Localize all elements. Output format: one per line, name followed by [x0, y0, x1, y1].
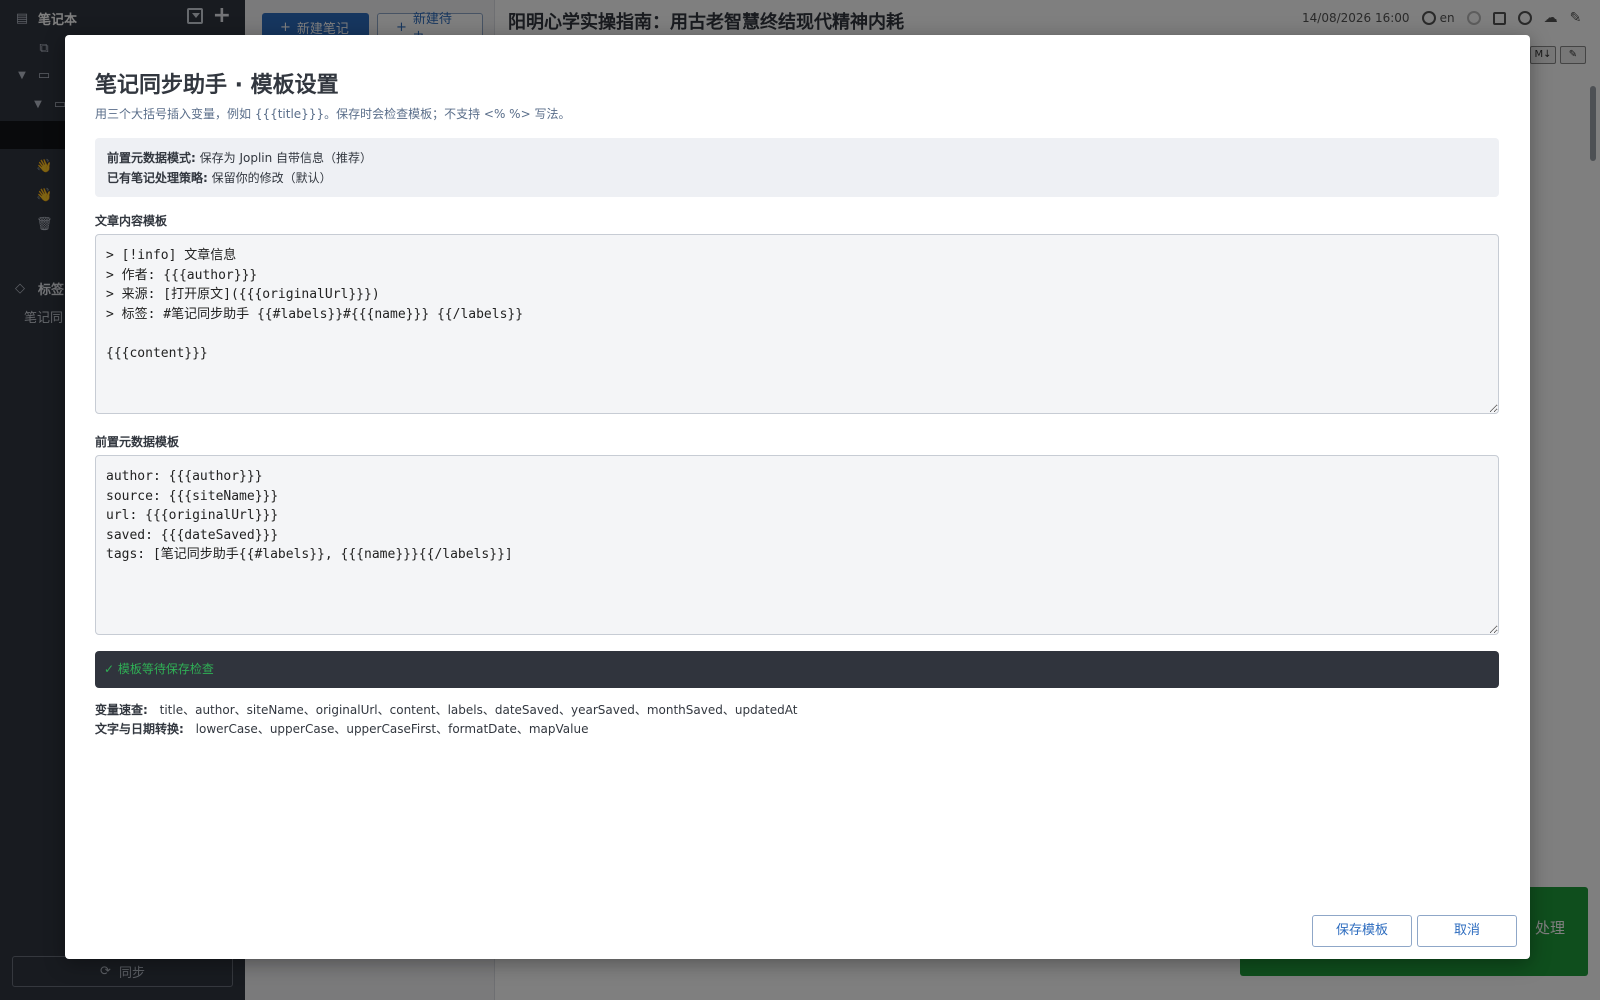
- settings-info-box: 前置元数据模式: 保存为 Joplin 自带信息（推荐） 已有笔记处理策略: 保…: [95, 138, 1499, 197]
- template-settings-dialog: 笔记同步助手 · 模板设置 用三个大括号插入变量，例如 {{{title}}}。…: [65, 35, 1530, 959]
- dialog-subtitle: 用三个大括号插入变量，例如 {{{title}}}。保存时会检查模板；不支持 <…: [95, 107, 571, 121]
- variables-reference-list: title、author、siteName、originalUrl、conten…: [159, 703, 798, 717]
- existing-policy-value: 保留你的修改（默认）: [211, 171, 332, 185]
- existing-policy-label: 已有笔记处理策略:: [107, 171, 208, 185]
- frontmatter-mode-value: 保存为 Joplin 自带信息（推荐）: [199, 151, 373, 165]
- frontmatter-mode-label: 前置元数据模式:: [107, 151, 196, 165]
- frontmatter-mode-line: 前置元数据模式: 保存为 Joplin 自带信息（推荐）: [107, 148, 1487, 168]
- functions-reference-list: lowerCase、upperCase、upperCaseFirst、forma…: [195, 722, 589, 736]
- save-template-button[interactable]: 保存模板: [1312, 915, 1412, 947]
- functions-reference-label: 文字与日期转换:: [95, 722, 184, 736]
- dialog-title: 笔记同步助手 · 模板设置: [95, 73, 339, 98]
- functions-reference: 文字与日期转换: lowerCase、upperCase、upperCaseFi…: [95, 720, 588, 737]
- content-template-label: 文章内容模板: [95, 214, 168, 228]
- content-template-textarea[interactable]: > [!info] 文章信息 > 作者: {{{author}}} > 来源: …: [95, 234, 1499, 414]
- existing-policy-line: 已有笔记处理策略: 保留你的修改（默认）: [107, 168, 1487, 188]
- template-status-bar: ✓ 模板等待保存检查: [95, 651, 1499, 688]
- variables-reference-label: 变量速查:: [95, 703, 148, 717]
- frontmatter-template-label: 前置元数据模板: [95, 435, 180, 449]
- variables-reference: 变量速查: title、author、siteName、originalUrl、…: [95, 701, 797, 718]
- cancel-button[interactable]: 取消: [1417, 915, 1517, 947]
- frontmatter-template-textarea[interactable]: author: {{{author}}} source: {{{siteName…: [95, 455, 1499, 635]
